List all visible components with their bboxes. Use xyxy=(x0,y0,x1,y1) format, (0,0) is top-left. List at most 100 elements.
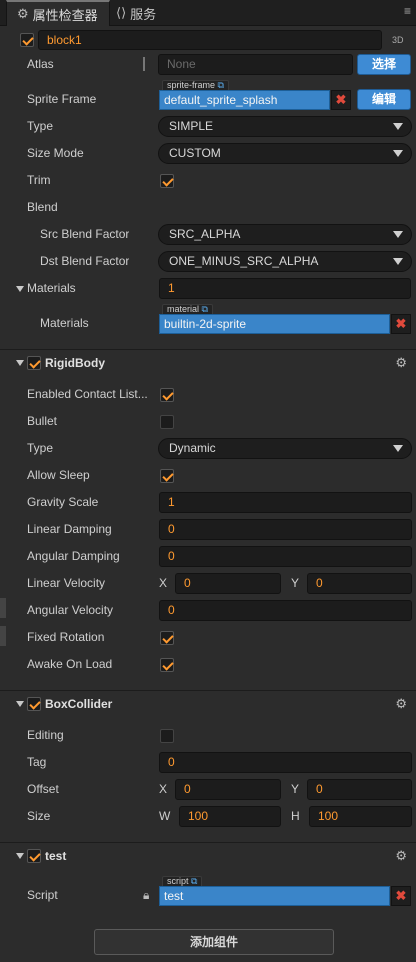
boxcollider-title: BoxCollider xyxy=(45,697,113,711)
panel-menu-icon[interactable]: ≡ xyxy=(404,4,411,18)
materials-count-input[interactable]: 1 xyxy=(159,278,411,299)
allow-sleep-row: Allow Sleep xyxy=(0,462,416,489)
collapse-caret-icon[interactable] xyxy=(16,360,24,366)
angular-velocity-input[interactable]: 0 xyxy=(159,600,412,621)
rb-type-select[interactable]: Dynamic xyxy=(158,438,412,459)
angular-damping-input[interactable]: 0 xyxy=(159,546,412,567)
gear-icon: ⚙ xyxy=(17,6,29,21)
script-row: Script 🔒︎ test ✖ xyxy=(0,882,416,909)
lv-y-input[interactable]: 0 xyxy=(307,573,412,594)
collapse-caret-icon[interactable] xyxy=(16,701,24,707)
size-mode-value: CUSTOM xyxy=(169,146,221,160)
linear-velocity-label: Linear Velocity xyxy=(27,576,106,590)
enabled-contact-row: Enabled Contact List... xyxy=(0,381,416,408)
gear-icon[interactable]: ⚙ xyxy=(395,350,407,376)
src-blend-value: SRC_ALPHA xyxy=(169,227,241,241)
size-w-input[interactable]: 100 xyxy=(179,806,281,827)
angular-velocity-label: Angular Velocity xyxy=(27,603,114,617)
lv-x-input[interactable]: 0 xyxy=(175,573,281,594)
node-enabled-checkbox[interactable] xyxy=(20,33,34,47)
test-header[interactable]: test ⚙ xyxy=(0,842,416,868)
size-h-label: H xyxy=(291,809,300,823)
gear-icon[interactable]: ⚙ xyxy=(395,843,407,869)
src-blend-select[interactable]: SRC_ALPHA xyxy=(158,224,412,245)
fixed-rotation-label: Fixed Rotation xyxy=(27,630,105,644)
sprite-type-select[interactable]: SIMPLE xyxy=(158,116,412,137)
allow-sleep-label: Allow Sleep xyxy=(27,468,90,482)
tag-input[interactable]: 0 xyxy=(159,752,412,773)
dst-blend-value: ONE_MINUS_SRC_ALPHA xyxy=(169,254,319,268)
angular-velocity-row: Angular Velocity 0 xyxy=(0,597,416,624)
tab-inspector[interactable]: ⚙ 属性检查器 xyxy=(6,0,110,26)
rigidbody-enabled-checkbox[interactable] xyxy=(27,356,41,370)
rigidbody-header[interactable]: RigidBody ⚙ xyxy=(0,349,416,375)
sprite-frame-remove-icon[interactable]: ✖ xyxy=(331,90,351,110)
sprite-frame-field[interactable]: default_sprite_splash xyxy=(159,90,330,110)
test-enabled-checkbox[interactable] xyxy=(27,849,41,863)
sprite-type-row: Type SIMPLE xyxy=(0,113,416,140)
offset-x-input[interactable]: 0 xyxy=(175,779,281,800)
rb-type-label: Type xyxy=(27,441,54,455)
size-label: Size xyxy=(27,809,51,823)
boxcollider-enabled-checkbox[interactable] xyxy=(27,697,41,711)
collapse-caret-icon[interactable] xyxy=(16,853,24,859)
gear-icon[interactable]: ⚙ xyxy=(395,691,407,717)
chevron-down-icon xyxy=(393,150,403,157)
tag-label: Tag xyxy=(27,755,47,769)
material-field[interactable]: builtin-2d-sprite xyxy=(159,314,390,334)
chevron-down-icon xyxy=(393,445,403,452)
dst-blend-select[interactable]: ONE_MINUS_SRC_ALPHA xyxy=(158,251,412,272)
size-h-input[interactable]: 100 xyxy=(309,806,412,827)
atlas-row: Atlas None 选择 xyxy=(0,51,416,78)
add-component-button[interactable]: 添加组件 xyxy=(94,929,334,955)
rigidbody-title: RigidBody xyxy=(45,356,105,370)
trim-checkbox[interactable] xyxy=(160,174,174,188)
boxcollider-header[interactable]: BoxCollider ⚙ xyxy=(0,690,416,716)
offset-row: Offset X 0 Y 0 xyxy=(0,776,416,803)
lv-y-label: Y xyxy=(291,576,300,590)
atlas-input[interactable]: None xyxy=(158,54,353,75)
tab-services[interactable]: ⟨⟩ 服务 xyxy=(116,0,156,26)
bullet-checkbox[interactable] xyxy=(160,415,174,429)
rb-type-row: Type Dynamic xyxy=(0,435,416,462)
node-name-input[interactable]: block1 xyxy=(38,30,382,50)
allow-sleep-checkbox[interactable] xyxy=(160,469,174,483)
fixed-rotation-row: Fixed Rotation xyxy=(0,624,416,651)
fixed-rotation-checkbox[interactable] xyxy=(160,631,174,645)
linear-damping-label: Linear Damping xyxy=(27,522,112,536)
lock-icon: 🔒︎ xyxy=(143,888,150,902)
chevron-down-icon xyxy=(393,258,403,265)
trim-label: Trim xyxy=(27,173,51,187)
offset-y-input[interactable]: 0 xyxy=(307,779,412,800)
sprite-frame-edit-button[interactable]: 编辑 xyxy=(357,89,411,110)
offset-y-label: Y xyxy=(291,782,300,796)
blend-row: Blend xyxy=(0,194,416,221)
size-row: Size W 100 H 100 xyxy=(0,803,416,830)
gravity-scale-input[interactable]: 1 xyxy=(159,492,412,513)
test-title: test xyxy=(45,849,67,863)
left-edge-marker xyxy=(0,598,6,618)
editing-checkbox[interactable] xyxy=(160,729,174,743)
sprite-type-label: Type xyxy=(27,119,54,133)
bullet-row: Bullet xyxy=(0,408,416,435)
material-remove-icon[interactable]: ✖ xyxy=(391,314,411,334)
chevron-down-icon xyxy=(393,231,403,238)
left-edge-marker xyxy=(0,626,6,646)
script-remove-icon[interactable]: ✖ xyxy=(391,886,411,906)
enabled-contact-checkbox[interactable] xyxy=(160,388,174,402)
dst-blend-row: Dst Blend Factor ONE_MINUS_SRC_ALPHA xyxy=(0,248,416,275)
atlas-select-button[interactable]: 选择 xyxy=(357,54,411,75)
tab-inspector-label: 属性检查器 xyxy=(32,7,98,23)
awake-on-load-row: Awake On Load xyxy=(0,651,416,678)
angular-damping-row: Angular Damping 0 xyxy=(0,543,416,570)
src-blend-label: Src Blend Factor xyxy=(40,227,130,241)
script-field[interactable]: test xyxy=(159,886,390,906)
awake-on-load-checkbox[interactable] xyxy=(160,658,174,672)
blend-label: Blend xyxy=(27,200,58,214)
linear-damping-input[interactable]: 0 xyxy=(159,519,412,540)
editing-row: Editing xyxy=(0,722,416,749)
expand-caret-icon[interactable] xyxy=(16,286,24,292)
linear-velocity-row: Linear Velocity X 0 Y 0 xyxy=(0,570,416,597)
size-mode-select[interactable]: CUSTOM xyxy=(158,143,412,164)
lv-x-label: X xyxy=(159,576,168,590)
